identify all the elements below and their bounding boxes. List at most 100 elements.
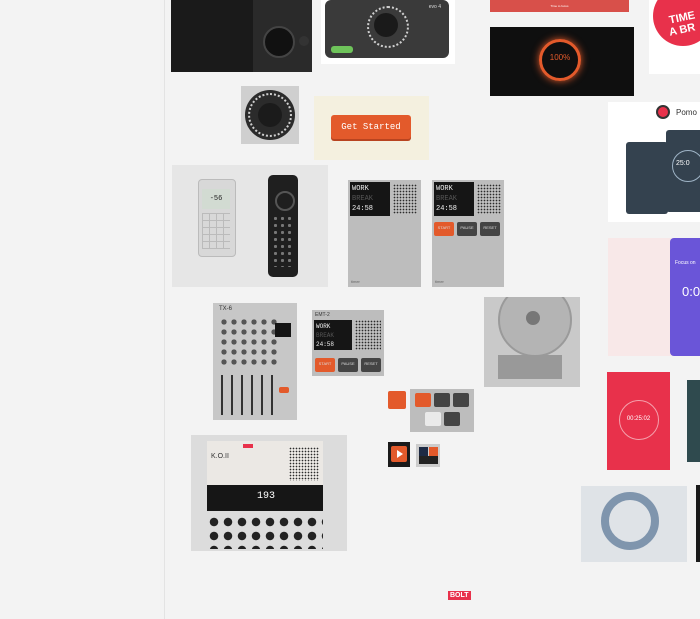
turntable-buttons: [498, 355, 562, 379]
timer-small-speaker: [355, 320, 381, 350]
ko2-sampler-card[interactable]: K.O.II 193: [191, 435, 347, 551]
platter-center: [526, 311, 540, 325]
red-banner-card[interactable]: Time to focus: [490, 0, 629, 12]
ko2-display: 193: [207, 485, 323, 511]
ko2-speaker: [289, 447, 319, 481]
focus-text: Focus on: [675, 260, 696, 266]
volume-knob-core: [374, 13, 398, 37]
swatch-tile[interactable]: [416, 444, 440, 467]
small-knob-icon: [299, 36, 309, 46]
platter-icon: [498, 297, 572, 357]
mixer-knobs: [219, 317, 279, 367]
timer-small-start-button[interactable]: START: [315, 358, 335, 372]
focus-phone: Focus on 0:0: [670, 238, 700, 356]
app-window-1: [626, 142, 668, 214]
timer-b-time: 24:58: [436, 205, 458, 213]
app-window-2: 25:0: [666, 130, 700, 212]
timer-b-brand: timer: [435, 279, 444, 284]
mini-start-button[interactable]: [388, 391, 406, 409]
ko2-top-panel: K.O.II: [207, 441, 323, 485]
play-button-icon[interactable]: [391, 446, 407, 462]
timer-small-title: EMT-2: [315, 312, 330, 318]
red-timer-card[interactable]: 00:25:02: [607, 372, 670, 470]
footer-logo[interactable]: BOLT: [448, 591, 471, 600]
timer-small-work: WORK: [316, 323, 331, 330]
timer-small-reset-button[interactable]: RESET: [361, 358, 381, 372]
sidebar: [0, 0, 165, 619]
phone-left-screen: -56: [202, 189, 230, 209]
timer-small-time: 24:58: [316, 341, 335, 348]
timer-b-work: WORK: [436, 185, 453, 193]
teal-card-edge[interactable]: [687, 380, 700, 462]
timer-b-start-button[interactable]: START: [434, 222, 454, 236]
timer-b-break: BREAK: [436, 195, 458, 203]
audio-interface-body: evo 4: [325, 0, 449, 58]
grid-btn-5[interactable]: [444, 412, 460, 426]
phone-right: [268, 175, 298, 277]
timer-small-break: BREAK: [316, 332, 335, 339]
mixer-faders: [221, 375, 281, 415]
phones-card[interactable]: -56: [172, 165, 328, 287]
round-knob-card[interactable]: [241, 86, 299, 144]
knob-core: [258, 103, 282, 127]
green-button[interactable]: [331, 46, 353, 53]
mixer-screen: [275, 323, 291, 337]
swatch-dark: [419, 447, 428, 456]
knob-icon: [263, 26, 295, 58]
mixer-title: TX-6: [219, 306, 233, 312]
timer-a-work: WORK: [352, 185, 369, 193]
timer-b-reset-button[interactable]: RESET: [480, 222, 500, 236]
pomodoro-time: 25:0: [676, 160, 690, 167]
timer-a-time: 24:58: [352, 205, 374, 213]
phone-left-value: -56: [209, 195, 223, 203]
ring-timer-card[interactable]: 100%: [490, 27, 634, 96]
focus-time: 0:0: [682, 284, 700, 299]
timer-device-a-card[interactable]: WORK BREAK 24:58 timer: [348, 180, 421, 287]
red-timer-value: 00:25:02: [626, 416, 651, 422]
get-started-button[interactable]: Get Started: [331, 115, 411, 139]
phone-left-keypad: [202, 213, 230, 249]
audio-interface-card[interactable]: evo 4: [321, 0, 455, 64]
ko2-display-value: 193: [257, 491, 276, 502]
timer-a-lcd: WORK BREAK 24:58: [350, 182, 390, 216]
grid-btn-3[interactable]: [453, 393, 469, 407]
red-banner-text: Time to focus: [550, 4, 569, 8]
metal-ring-card[interactable]: [581, 486, 687, 562]
mixer-card[interactable]: TX-6: [213, 303, 297, 420]
timer-small-pause-button[interactable]: PAUSE: [338, 358, 358, 372]
timer-b-speaker: [477, 184, 501, 214]
timer-b-pause-button[interactable]: PAUSE: [457, 222, 477, 236]
moodboard-canvas[interactable]: evo 4 Time to focus TIME A BR 100% Get S…: [165, 0, 700, 619]
timer-a-brand: timer: [351, 279, 360, 284]
dark-device-card[interactable]: [171, 0, 312, 72]
turntable-card[interactable]: [484, 297, 580, 387]
swatch-orange: [429, 447, 438, 456]
grid-btn-4[interactable]: [425, 412, 441, 426]
swatch-grey: [419, 456, 438, 464]
timer-a-break: BREAK: [352, 195, 374, 203]
grid-btn-2[interactable]: [434, 393, 450, 407]
time-badge-card[interactable]: TIME A BR: [649, 0, 700, 74]
ko2-red-tag: [243, 444, 253, 448]
focus-app-card[interactable]: Focus on 0:0: [608, 238, 700, 356]
timer-small-lcd: WORK BREAK 24:58: [314, 320, 352, 350]
ko2-pads: [207, 515, 323, 549]
ring-timer-value: 100%: [549, 53, 571, 62]
pomodoro-card[interactable]: Pomo 25:0: [608, 102, 700, 222]
metal-ring-icon: [601, 492, 659, 550]
audio-brand: evo 4: [428, 4, 441, 10]
phone-left: -56: [198, 179, 236, 257]
grid-btn-1[interactable]: [415, 393, 431, 407]
phone-right-dpad-icon: [275, 191, 295, 211]
dark-edge-card[interactable]: [696, 485, 700, 562]
get-started-card[interactable]: Get Started: [314, 96, 429, 160]
pomodoro-title: Pomo: [676, 108, 697, 117]
play-tile[interactable]: [388, 442, 410, 467]
button-grid-card[interactable]: [410, 389, 474, 432]
timer-device-b-card[interactable]: WORK BREAK 24:58 START PAUSE RESET timer: [432, 180, 504, 287]
timer-small-card[interactable]: EMT-2 WORK BREAK 24:58 START PAUSE RESET: [312, 310, 384, 376]
ko2-title: K.O.II: [211, 453, 229, 460]
mixer-orange-button[interactable]: [279, 387, 289, 393]
pomodoro-logo-icon: [656, 105, 670, 119]
timer-b-lcd: WORK BREAK 24:58: [434, 182, 474, 216]
